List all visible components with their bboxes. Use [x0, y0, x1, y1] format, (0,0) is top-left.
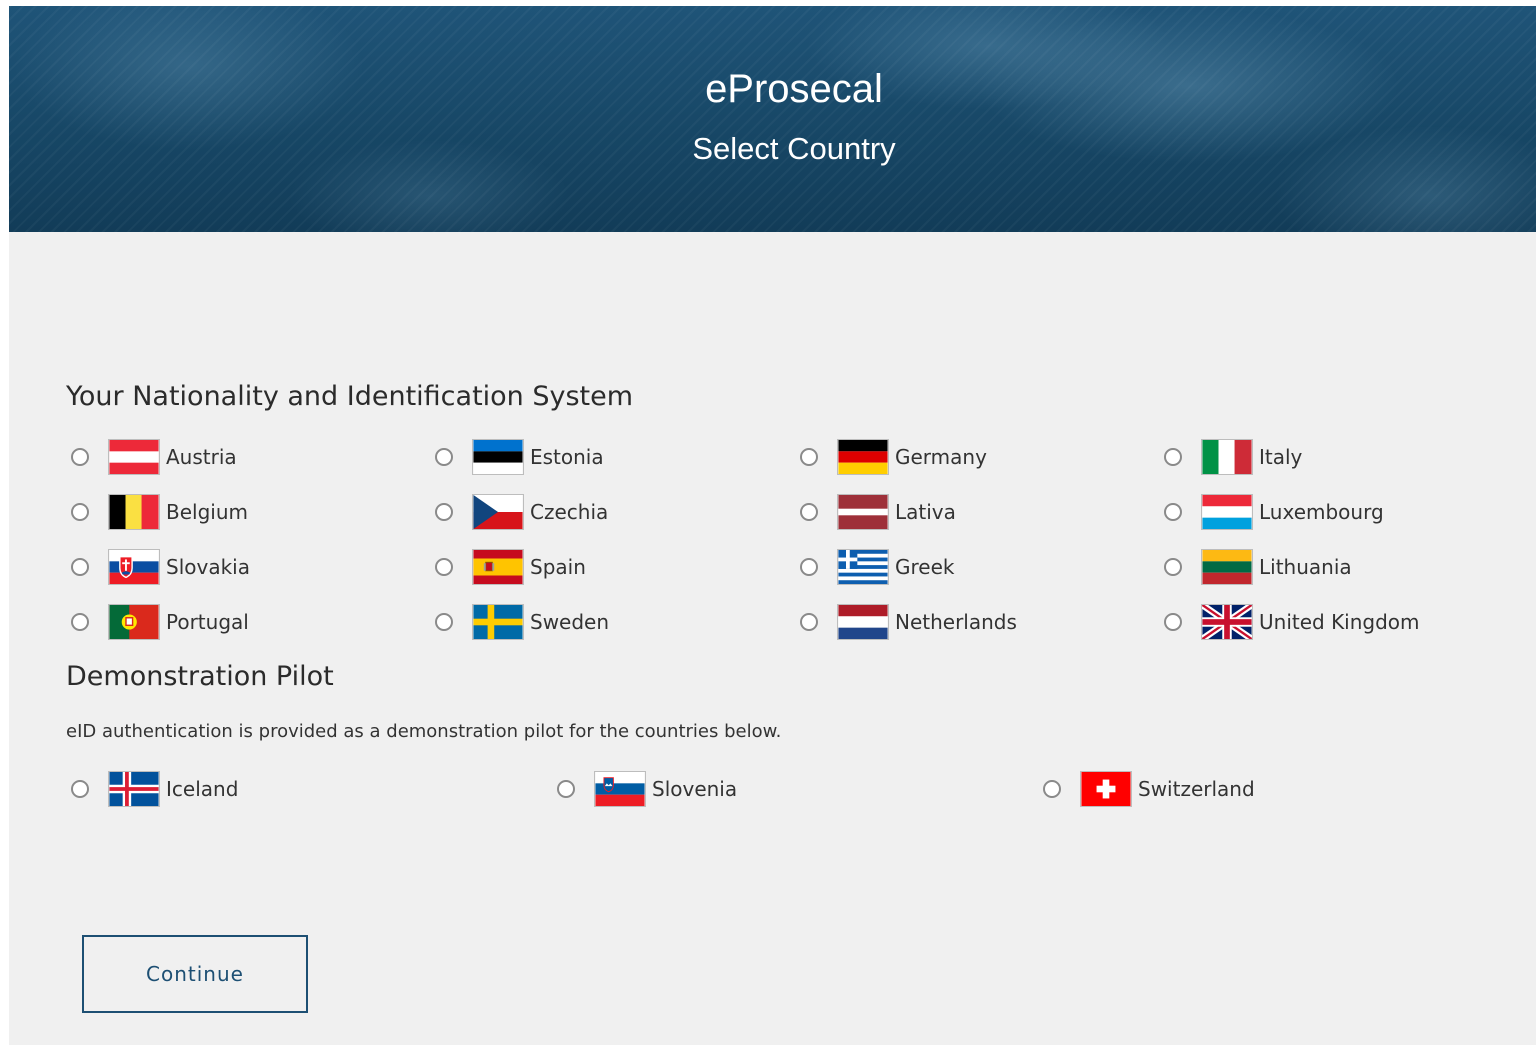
country-option-slovakia[interactable]: Slovakia — [9, 549, 250, 585]
flag-greece-icon — [837, 549, 889, 585]
flag-germany-icon — [837, 439, 889, 475]
radio-button[interactable] — [435, 503, 453, 521]
radio-button[interactable] — [800, 613, 818, 631]
country-label: Estonia — [530, 445, 604, 469]
radio-button[interactable] — [800, 558, 818, 576]
radio-button[interactable] — [800, 503, 818, 521]
radio-button[interactable] — [1164, 448, 1182, 466]
country-label: Spain — [530, 555, 586, 579]
country-label: Belgium — [166, 500, 248, 524]
country-label: Sweden — [530, 610, 610, 634]
country-option-austria[interactable]: Austria — [9, 439, 237, 475]
pilot-heading: Demonstration Pilot — [66, 661, 334, 692]
flag-austria-icon — [108, 439, 160, 475]
radio-button[interactable] — [71, 613, 89, 631]
country-label: Germany — [895, 445, 987, 469]
country-label: Austria — [166, 445, 237, 469]
flag-slovenia-icon — [594, 771, 646, 807]
country-option-portugal[interactable]: Portugal — [9, 604, 249, 640]
pilot-option-slovenia[interactable]: Slovenia — [495, 771, 737, 807]
radio-button[interactable] — [435, 448, 453, 466]
country-label: Portugal — [166, 610, 249, 634]
nationality-heading: Your Nationality and Identification Syst… — [66, 381, 634, 412]
flag-iceland-icon — [108, 771, 160, 807]
country-label: Lativa — [895, 500, 956, 524]
flag-slovakia-icon — [108, 549, 160, 585]
pilot-description: eID authentication is provided as a demo… — [66, 721, 782, 742]
flag-latvia-icon — [837, 494, 889, 530]
radio-button[interactable] — [1164, 613, 1182, 631]
radio-button[interactable] — [1164, 503, 1182, 521]
country-option-luxembourg[interactable]: Luxembourg — [1102, 494, 1384, 530]
country-label: Lithuania — [1259, 555, 1352, 579]
country-option-latvia[interactable]: Lativa — [738, 494, 956, 530]
country-option-belgium[interactable]: Belgium — [9, 494, 248, 530]
flag-belgium-icon — [108, 494, 160, 530]
country-option-italy[interactable]: Italy — [1102, 439, 1302, 475]
flag-estonia-icon — [472, 439, 524, 475]
country-option-lithuania[interactable]: Lithuania — [1102, 549, 1352, 585]
country-option-germany[interactable]: Germany — [738, 439, 987, 475]
header-banner: eProsecal Select Country — [9, 6, 1536, 232]
country-label: Slovenia — [652, 777, 738, 801]
flag-italy-icon — [1201, 439, 1253, 475]
country-label: United Kingdom — [1259, 610, 1420, 634]
pilot-option-iceland[interactable]: Iceland — [9, 771, 238, 807]
flag-lithuania-icon — [1201, 549, 1253, 585]
country-option-spain[interactable]: Spain — [373, 549, 586, 585]
flag-united-kingdom-icon — [1201, 604, 1253, 640]
country-label: Greek — [895, 555, 955, 579]
country-option-sweden[interactable]: Sweden — [373, 604, 609, 640]
flag-netherlands-icon — [837, 604, 889, 640]
country-label: Iceland — [166, 777, 239, 801]
country-label: Slovakia — [166, 555, 250, 579]
country-label: Italy — [1259, 445, 1303, 469]
flag-czechia-icon — [472, 494, 524, 530]
radio-button[interactable] — [71, 780, 89, 798]
country-option-czechia[interactable]: Czechia — [373, 494, 608, 530]
continue-button[interactable]: Continue — [82, 935, 308, 1013]
radio-button[interactable] — [435, 558, 453, 576]
radio-button[interactable] — [71, 558, 89, 576]
radio-button[interactable] — [1043, 780, 1061, 798]
app-title: eProsecal — [705, 67, 883, 111]
country-option-netherlands[interactable]: Netherlands — [738, 604, 1017, 640]
radio-button[interactable] — [800, 448, 818, 466]
flag-portugal-icon — [108, 604, 160, 640]
country-label: Switzerland — [1138, 777, 1255, 801]
radio-button[interactable] — [435, 613, 453, 631]
country-label: Netherlands — [895, 610, 1017, 634]
country-option-greece[interactable]: Greek — [738, 549, 954, 585]
page: eProsecal Select Country Your Nationalit… — [9, 6, 1536, 1045]
page-subtitle: Select Country — [692, 131, 896, 166]
pilot-option-switzerland[interactable]: Switzerland — [981, 771, 1255, 807]
country-label: Czechia — [530, 500, 609, 524]
country-option-united-kingdom[interactable]: United Kingdom — [1102, 604, 1420, 640]
flag-sweden-icon — [472, 604, 524, 640]
country-option-estonia[interactable]: Estonia — [373, 439, 604, 475]
country-label: Luxembourg — [1259, 500, 1384, 524]
radio-button[interactable] — [1164, 558, 1182, 576]
flag-spain-icon — [472, 549, 524, 585]
radio-button[interactable] — [71, 503, 89, 521]
radio-button[interactable] — [557, 780, 575, 798]
radio-button[interactable] — [71, 448, 89, 466]
flag-switzerland-icon — [1080, 771, 1132, 807]
flag-luxembourg-icon — [1201, 494, 1253, 530]
